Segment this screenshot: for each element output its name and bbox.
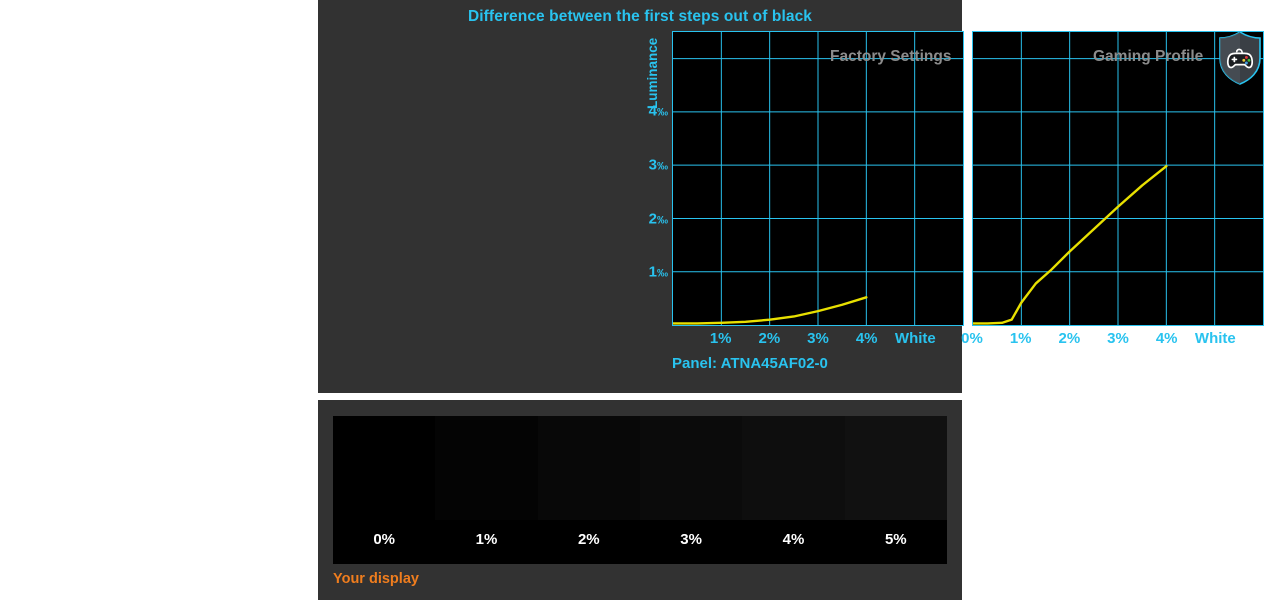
gradient-swatch-label: 0% <box>373 531 395 548</box>
chart-canvas-left <box>673 32 963 325</box>
gradient-swatch-fill <box>537 416 640 520</box>
black-level-gradient-strip: 0% 1% 2% 3% 4% 5% <box>333 416 947 564</box>
gamepad-shield-icon <box>1216 30 1264 86</box>
gradient-swatch-label: 1% <box>475 531 498 548</box>
page-title: Difference between the first steps out o… <box>467 8 813 25</box>
gradient-swatch: 5% <box>844 416 947 564</box>
x-axis-tick: 3% <box>807 330 829 347</box>
chart-label-factory-settings: Factory Settings <box>830 48 952 65</box>
x-axis-tick: 4% <box>855 330 878 347</box>
y-axis-tick: 3‰ <box>648 156 668 174</box>
y-axis-tick: 4‰ <box>648 102 668 120</box>
chart-factory-settings <box>672 31 964 326</box>
x-axis-tick: 1% <box>709 330 732 347</box>
gradient-swatch-label: 4% <box>782 531 805 548</box>
gradient-swatch-label: 3% <box>680 531 702 548</box>
gradient-swatch-fill <box>639 416 743 520</box>
x-axis-tick: 0% <box>961 330 983 347</box>
x-axis-tick: 2% <box>1058 330 1081 347</box>
gradient-swatch: 1% <box>435 416 538 564</box>
x-axis-tick: 2% <box>758 330 781 347</box>
gradient-swatch-fill <box>333 416 436 520</box>
x-axis-tick: 1% <box>1009 330 1032 347</box>
gradient-swatch: 0% <box>333 416 436 564</box>
y-axis-tick: 2‰ <box>648 210 668 228</box>
gradient-swatch-fill <box>742 416 845 520</box>
x-axis-tick: 4% <box>1155 330 1178 347</box>
gradient-swatch-fill <box>844 416 947 520</box>
gradient-swatch-label: 5% <box>884 531 907 548</box>
chart-label-gaming-profile: Gaming Profile <box>1093 48 1204 65</box>
panel-model-label: Panel: ATNA45AF02-0 <box>672 355 828 372</box>
gradient-swatch: 4% <box>742 416 845 564</box>
black-steps-panel: 0% 1% 2% 3% 4% 5% Your display <box>318 400 962 600</box>
your-display-caption: Your display <box>333 571 419 587</box>
gradient-swatch: 3% <box>639 416 743 564</box>
x-axis-tick: 3% <box>1107 330 1129 347</box>
gradient-swatch: 2% <box>537 416 640 564</box>
luminance-charts-panel: Difference between the first steps out o… <box>318 0 1264 393</box>
gradient-swatch-label: 2% <box>577 531 600 548</box>
gradient-swatch-fill <box>435 416 538 520</box>
x-axis-tick: White <box>894 330 936 347</box>
x-axis-tick: White <box>1194 330 1236 347</box>
screenshot-root: Difference between the first steps out o… <box>0 0 1280 600</box>
y-axis-tick: 1‰ <box>648 263 668 281</box>
